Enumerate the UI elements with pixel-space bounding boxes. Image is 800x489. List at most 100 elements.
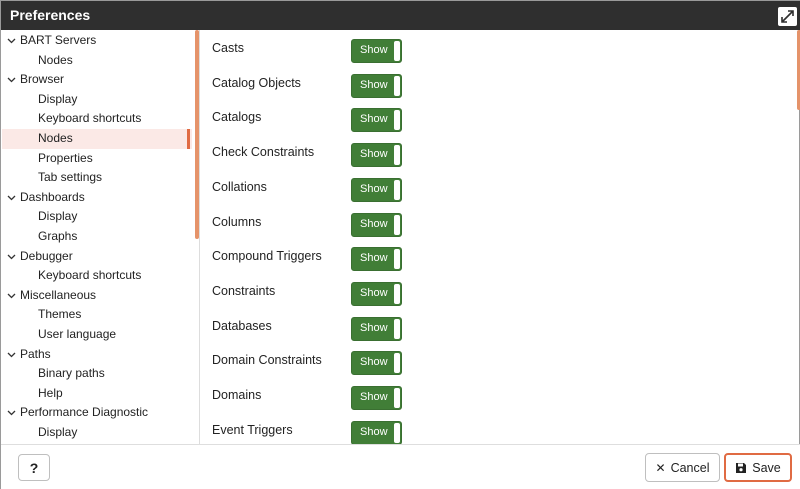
toggle-label: Show <box>360 391 388 403</box>
tree-item-label: Nodes <box>38 131 73 145</box>
preference-label: Collations <box>212 179 267 194</box>
tree-item-label: Keyboard shortcuts <box>38 268 142 283</box>
tree-group[interactable]: Dashboards <box>2 188 192 208</box>
show-toggle[interactable]: Show <box>351 351 402 376</box>
preference-label: Check Constraints <box>212 145 315 160</box>
toggle-label: Show <box>360 286 388 299</box>
toggle-knob <box>394 283 400 304</box>
toggle-knob <box>394 41 400 61</box>
preference-label: Constraints <box>212 283 276 298</box>
show-toggle[interactable]: Show <box>351 247 402 272</box>
tree-item[interactable]: Graphs <box>2 227 192 247</box>
preference-label: Catalog Objects <box>212 75 301 90</box>
preference-label: Event Triggers <box>212 422 293 437</box>
preference-row: Catalogs Show <box>200 101 790 136</box>
show-toggle[interactable]: Show <box>351 420 402 444</box>
close-icon: ✕ <box>655 460 666 475</box>
tree-item-label: Dashboards <box>20 189 85 204</box>
cancel-button-label: Cancel <box>670 460 710 475</box>
tree-item[interactable]: Keyboard shortcuts <box>2 266 192 286</box>
toggle-knob <box>394 110 400 131</box>
show-toggle[interactable]: Show <box>351 386 402 410</box>
chevron-down-icon[interactable] <box>7 36 16 45</box>
tree-item-label: Themes <box>38 307 82 322</box>
tree-item[interactable]: Tab settings <box>2 168 192 188</box>
chevron-down-icon[interactable] <box>7 193 16 202</box>
preferences-dialog: Preferences BART Servers Nodes Browser Disp… <box>0 0 800 489</box>
chevron-down-icon[interactable] <box>7 291 16 300</box>
show-toggle[interactable]: Show <box>351 143 402 168</box>
tree-group[interactable]: Debugger <box>2 247 192 267</box>
toggle-label: Show <box>360 78 388 91</box>
tree-item-label: Help <box>38 385 63 400</box>
preference-row: Event Triggers Show <box>200 414 790 444</box>
show-toggle[interactable]: Show <box>351 281 402 306</box>
tree-item[interactable]: Properties <box>2 149 192 169</box>
preference-label: Domains <box>212 388 262 402</box>
tree-item-label: Display <box>38 91 78 106</box>
show-toggle[interactable]: Show <box>351 316 402 341</box>
expand-icon <box>781 10 794 23</box>
tree-item-label: Debugger <box>20 248 73 263</box>
cancel-button[interactable]: ✕ Cancel <box>645 453 720 482</box>
tree-item[interactable]: Binary paths <box>2 364 192 384</box>
tree-item[interactable]: Themes <box>2 305 192 325</box>
preference-row: Databases Show <box>200 310 790 345</box>
toggle-label: Show <box>360 113 388 126</box>
tree-group[interactable]: Browser <box>2 70 192 90</box>
preference-row: Domains Show <box>200 379 790 414</box>
toggle-knob <box>394 249 400 270</box>
toggle-label: Show <box>360 252 388 265</box>
tree-item[interactable]: Display <box>2 207 192 227</box>
save-button[interactable]: Save <box>724 453 792 482</box>
tree-item-label: Graphs <box>38 229 78 243</box>
show-toggle[interactable]: Show <box>351 108 402 133</box>
show-toggle[interactable]: Show <box>351 212 402 237</box>
chevron-down-icon[interactable] <box>7 252 16 261</box>
tree-item[interactable]: Display <box>2 423 192 443</box>
toggle-knob <box>394 145 400 166</box>
tree-group[interactable]: BART Servers <box>2 31 192 51</box>
preference-row: Collations Show <box>200 171 790 206</box>
preference-row: Columns Show <box>200 206 790 241</box>
chevron-down-icon[interactable] <box>7 75 16 84</box>
tree-item[interactable]: Display <box>2 90 192 110</box>
tree-item[interactable]: Nodes <box>2 51 192 71</box>
tree-item-label: Miscellaneous <box>20 287 97 302</box>
preference-row: Casts Show <box>200 32 790 67</box>
toggle-label: Show <box>360 356 388 369</box>
tree-item[interactable]: User language <box>2 325 192 345</box>
tree-group[interactable]: Miscellaneous <box>2 286 192 306</box>
preference-label: Domain Constraints <box>212 353 322 368</box>
tree-item-label: Tab settings <box>38 170 103 185</box>
tree-item[interactable]: Nodes <box>2 129 192 149</box>
show-toggle[interactable]: Show <box>351 177 402 202</box>
show-toggle[interactable]: Show <box>351 73 402 98</box>
preference-label: Databases <box>212 318 272 333</box>
toggle-knob <box>394 214 400 235</box>
tree-item-label: Properties <box>38 150 93 165</box>
toggle-label: Show <box>360 425 388 438</box>
toggle-knob <box>394 179 400 200</box>
help-button[interactable]: ? <box>18 454 50 481</box>
preference-label: Compound Triggers <box>212 249 322 264</box>
toggle-label: Show <box>360 321 388 334</box>
toggle-label: Show <box>360 182 388 195</box>
tree-item-label: Nodes <box>38 52 73 67</box>
titlebar: Preferences <box>1 1 800 30</box>
tree-item-label: Display <box>38 425 78 439</box>
tree-item-label: Performance Diagnostic <box>20 405 149 420</box>
tree-scrollbar[interactable] <box>195 30 199 239</box>
tree-group[interactable]: Paths <box>2 345 192 365</box>
preferences-tree: BART Servers Nodes Browser Display Keyboard … <box>2 30 200 444</box>
dialog-body: BART Servers Nodes Browser Display Keyboard … <box>1 30 800 444</box>
tree-item[interactable]: Help <box>2 384 192 404</box>
tree-group[interactable]: Performance Diagnostic <box>2 403 192 423</box>
chevron-down-icon[interactable] <box>7 408 16 417</box>
toggle-label: Show <box>360 44 388 56</box>
chevron-down-icon[interactable] <box>7 350 16 359</box>
tree-item[interactable]: Keyboard shortcuts <box>2 109 192 129</box>
tree-item-label: User language <box>38 327 117 341</box>
show-toggle[interactable]: Show <box>351 39 402 63</box>
maximize-button[interactable] <box>778 7 797 26</box>
